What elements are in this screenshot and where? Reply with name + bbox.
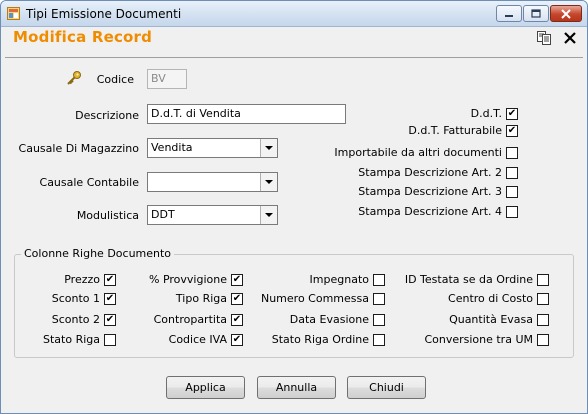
tipo-riga-label: Tipo Riga [175,292,227,305]
key-icon [67,71,81,85]
conversione-tra-um-label: Conversione tra UM [424,333,533,346]
sconto-2-checkbox[interactable] [104,314,116,326]
prezzo-label: Prezzo [64,273,100,286]
causale-magazzino-value: Vendita [151,141,193,154]
codice-iva-checkbox[interactable] [231,334,243,346]
codice-iva-label: Codice IVA [168,333,227,346]
stampa-descrizione-art-4-label: Stampa Descrizione Art. 4 [358,205,502,218]
causale-magazzino-label: Causale Di Magazzino [18,142,139,155]
sconto-1-checkbox[interactable] [104,293,116,305]
modulistica-value: DDT [151,208,175,221]
data-evasione-checkbox[interactable] [373,314,385,326]
stato-riga-label: Stato Riga [43,333,100,346]
descrizione-field[interactable]: D.d.T. di Vendita [147,104,346,124]
sconto-1-label: Sconto 1 [51,292,100,305]
impegnato-label: Impegnato [309,273,369,286]
provvigione-label: % Provvigione [149,273,227,286]
conversione-tra-um-checkbox[interactable] [537,334,549,346]
stampa-descrizione-art-3-label: Stampa Descrizione Art. 3 [358,185,502,198]
centro-di-costo-label: Centro di Costo [448,292,533,305]
contropartita-checkbox[interactable] [231,314,243,326]
stato-riga-checkbox[interactable] [104,334,116,346]
d-d-t-fatturabile-checkbox[interactable] [506,125,518,137]
provvigione-checkbox[interactable] [231,274,243,286]
data-evasione-label: Data Evasione [289,313,369,326]
causale-contabile-label: Causale Contabile [39,176,139,189]
descrizione-label: Descrizione [75,109,139,122]
id-testata-se-da-ordine-label: ID Testata se da Ordine [404,273,533,286]
centro-di-costo-checkbox[interactable] [537,293,549,305]
stampa-descrizione-art-4-checkbox[interactable] [506,206,518,218]
modulistica-label: Modulistica [76,209,139,222]
codice-label: Codice [96,73,134,86]
annulla-button[interactable]: Annulla [257,376,336,399]
codice-field[interactable]: BV [147,69,187,89]
importabile-da-altri-documenti-checkbox[interactable] [506,147,518,159]
dialog-window: Tipi Emissione Documenti Modifica Record [0,0,588,414]
contropartita-label: Contropartita [153,313,227,326]
chevron-down-icon[interactable] [260,206,277,224]
applica-button[interactable]: Applica [166,376,245,399]
impegnato-checkbox[interactable] [373,274,385,286]
stampa-descrizione-art-2-checkbox[interactable] [506,167,518,179]
close-x-icon[interactable] [562,30,578,46]
window-close-button[interactable] [550,5,582,22]
group-title: Colonne Righe Documento [21,247,175,260]
minimize-icon [505,14,513,17]
title-bar[interactable]: Tipi Emissione Documenti [1,1,587,27]
d-d-t-label: D.d.T. [470,107,502,120]
copy-icon[interactable] [536,30,552,46]
d-d-t-checkbox[interactable] [506,108,518,120]
quantit-evasa-label: Quantità Evasa [449,313,533,326]
quantit-evasa-checkbox[interactable] [537,314,549,326]
numero-commessa-checkbox[interactable] [373,293,385,305]
stampa-descrizione-art-2-label: Stampa Descrizione Art. 2 [358,166,502,179]
sconto-2-label: Sconto 2 [51,313,100,326]
importabile-da-altri-documenti-label: Importabile da altri documenti [334,146,502,159]
app-icon [7,7,20,20]
stato-riga-ordine-label: Stato Riga Ordine [271,333,369,346]
d-d-t-fatturabile-label: D.d.T. Fatturabile [408,124,502,137]
stato-riga-ordine-checkbox[interactable] [373,334,385,346]
minimize-button[interactable] [496,5,522,22]
chevron-down-icon[interactable] [260,139,277,157]
close-icon [561,8,571,19]
causale-contabile-select[interactable] [147,172,278,192]
form-header: Modifica Record [1,28,587,48]
tipo-riga-checkbox[interactable] [231,293,243,305]
maximize-button[interactable] [523,5,549,22]
numero-commessa-label: Numero Commessa [260,292,369,305]
stampa-descrizione-art-3-checkbox[interactable] [506,186,518,198]
page-title: Modifica Record [13,28,153,46]
maximize-icon [531,9,541,18]
causale-magazzino-select[interactable]: Vendita [147,138,278,158]
chevron-down-icon[interactable] [260,173,277,191]
modulistica-select[interactable]: DDT [147,205,278,225]
id-testata-se-da-ordine-checkbox[interactable] [537,274,549,286]
prezzo-checkbox[interactable] [104,274,116,286]
window-title: Tipi Emissione Documenti [26,7,182,21]
chiudi-button[interactable]: Chiudi [347,376,426,399]
